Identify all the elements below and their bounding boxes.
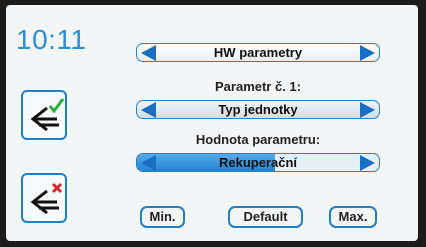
default-button[interactable]: Default: [228, 206, 303, 228]
parameter-next-arrow[interactable]: [360, 102, 375, 118]
menu-next-arrow[interactable]: [360, 45, 375, 61]
menu-value: HW parametry: [213, 45, 303, 60]
confirm-button[interactable]: [21, 90, 67, 140]
parameter-selector: Typ jednotky: [136, 100, 380, 119]
parameter-value: Typ jednotky: [218, 102, 298, 117]
param-value-selector: Rekuperační: [136, 153, 380, 172]
back-arrow-check-icon: [30, 98, 65, 132]
clock-display: 10:11: [16, 24, 87, 55]
param-value-next-arrow[interactable]: [360, 155, 375, 171]
param-value-label: Hodnota parametru:: [195, 132, 321, 147]
cancel-button[interactable]: [21, 173, 67, 223]
max-button[interactable]: Max.: [329, 206, 377, 228]
min-button[interactable]: Min.: [140, 206, 185, 228]
back-arrow-cross-icon: [30, 182, 63, 215]
device-screen: 10:11 HW parametry Parametr č. 1: Typ je…: [6, 5, 418, 241]
parameter-label: Parametr č. 1:: [215, 79, 301, 94]
menu-selector: HW parametry: [136, 43, 380, 62]
param-value-value: Rekuperační: [218, 155, 298, 170]
